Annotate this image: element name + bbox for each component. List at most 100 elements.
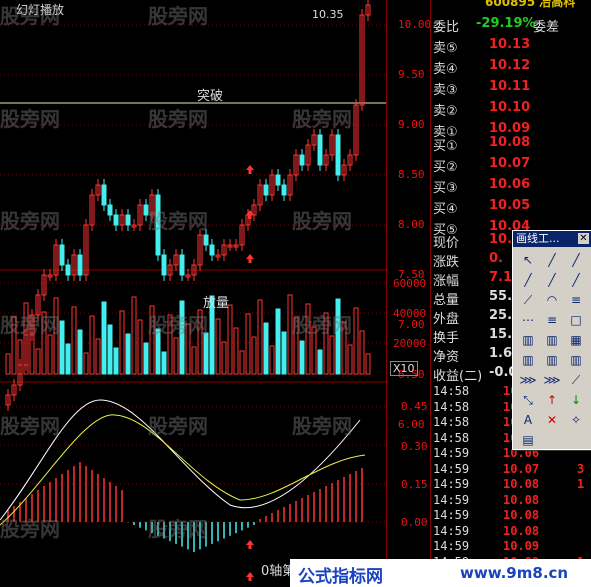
- bid-price: 10.08: [489, 135, 531, 150]
- stat-label: 收益(二): [433, 369, 483, 384]
- bid-row[interactable]: 买② 10.07: [431, 154, 591, 175]
- trade-row: 14:59 10.08: [431, 524, 591, 539]
- breakout-label: 突破: [197, 89, 224, 104]
- up-arrow-icon: [246, 254, 254, 263]
- hline-icon[interactable]: ≡: [567, 291, 585, 309]
- grid-icon[interactable]: ▦: [567, 331, 585, 349]
- watermark: 股旁网: [0, 107, 60, 131]
- volume-unit: X10: [390, 361, 418, 376]
- macd-tick-label: 0.15: [401, 478, 428, 491]
- toolbox-close-icon[interactable]: ✕: [578, 233, 589, 244]
- trade-row: 14:59 10.07 3: [431, 462, 591, 477]
- candle: [275, 174, 281, 186]
- channel-icon[interactable]: ⟋: [519, 291, 537, 309]
- ask-label: 卖③: [433, 83, 458, 98]
- bid-price: 10.05: [489, 198, 531, 213]
- wave-icon[interactable]: ▥: [543, 351, 561, 369]
- trade-row: 14:59 10.08: [431, 493, 591, 508]
- volume-bar: [353, 307, 359, 375]
- trade-row: 14:59 10.08: [431, 508, 591, 523]
- volume-bar: [83, 352, 89, 375]
- rect-icon[interactable]: □: [567, 311, 585, 329]
- star-icon[interactable]: ✧: [567, 411, 585, 429]
- trade-time: 14:59: [433, 477, 470, 491]
- ask-row[interactable]: 卖④ 10.12: [431, 56, 591, 77]
- volume-tick-label: 20000: [393, 337, 427, 350]
- volume-bar: [269, 345, 275, 375]
- ray-icon[interactable]: ╱: [567, 251, 585, 269]
- candle: [263, 184, 269, 196]
- segment-icon[interactable]: ╱: [519, 271, 537, 289]
- candle: [59, 244, 65, 266]
- gann-icon[interactable]: ▥: [519, 331, 537, 349]
- drawing-toolbox[interactable]: 画线工... ✕ ↖ ╱ ╱ ╱ ╱ ╱ ⟋ ◠ ≡ ⋯ ≡ □ ▥ ▥ ▦ ▥ ▥ ▥ ⋙ ⋙ ⟋ ⤡ ↑ ↓ A ✕ ✧ ▤: [512, 230, 591, 450]
- trade-time: 14:59: [433, 446, 470, 460]
- footer-brand: 公式指标网: [298, 567, 383, 587]
- arrow-line-icon[interactable]: ╱: [543, 271, 561, 289]
- trade-time: 14:59: [433, 523, 470, 538]
- parallel-icon[interactable]: ╱: [567, 271, 585, 289]
- ask-row[interactable]: 卖② 10.10: [431, 98, 591, 119]
- gann2-icon[interactable]: ▥: [543, 331, 561, 349]
- volume-bar: [359, 330, 365, 375]
- cycle-icon[interactable]: ▥: [519, 351, 537, 369]
- angle-icon[interactable]: ⟋: [567, 371, 585, 389]
- expand-icon[interactable]: ⤡: [519, 391, 537, 409]
- trade-price: 10.09: [503, 539, 540, 553]
- bid-row[interactable]: 买③ 10.06: [431, 175, 591, 196]
- stat-value: 1.6: [489, 346, 513, 361]
- ask-row[interactable]: 卖⑤ 10.13: [431, 35, 591, 56]
- time-label: 10.35: [312, 8, 344, 21]
- volume-bar: [227, 304, 233, 375]
- up-arrow-icon: [246, 210, 254, 219]
- price-tick-label: 9.00: [398, 118, 425, 131]
- macd-tick-label: 0.00: [401, 516, 428, 529]
- trade-time: 14:58: [433, 384, 470, 398]
- volume-bar: [143, 342, 149, 375]
- bid-label: 买③: [433, 181, 458, 196]
- volume-bar: [257, 299, 263, 375]
- line-icon[interactable]: ╱: [543, 251, 561, 269]
- fib-icon[interactable]: ≡: [543, 311, 561, 329]
- volume-bar: [329, 335, 335, 375]
- volume-bar: [65, 343, 71, 375]
- fan2-icon[interactable]: ⋙: [543, 371, 561, 389]
- fan-icon[interactable]: ⋙: [519, 371, 537, 389]
- arc-icon[interactable]: ◠: [543, 291, 561, 309]
- list-icon[interactable]: ▤: [519, 431, 537, 449]
- candle: [317, 134, 323, 166]
- down-arrow-icon[interactable]: ↓: [567, 391, 585, 409]
- volume-bar: [221, 341, 227, 375]
- price-tick-label: 8.00: [398, 218, 425, 231]
- volume-bar: [35, 348, 41, 375]
- volume-tick-label: 40000: [393, 307, 427, 320]
- bid-row[interactable]: 买④ 10.05: [431, 196, 591, 217]
- speed-icon[interactable]: ▥: [567, 351, 585, 369]
- candle: [335, 134, 341, 176]
- bid-row[interactable]: 买① 10.08: [431, 133, 591, 154]
- up-arrow-icon: [246, 165, 254, 174]
- kline-chart[interactable]: [0, 0, 390, 587]
- volume-bar: [281, 331, 287, 375]
- dots-icon[interactable]: ⋯: [519, 311, 537, 329]
- ask-row[interactable]: 卖③ 10.11: [431, 77, 591, 98]
- watermark: 股旁网: [148, 313, 208, 337]
- delete-icon[interactable]: ✕: [543, 411, 561, 429]
- chart-area[interactable]: [0, 0, 390, 587]
- macd-tick-label: 0.45: [401, 400, 428, 413]
- watermark: 股旁网: [292, 313, 352, 337]
- volume-bar: [77, 329, 83, 375]
- volume-bar: [365, 353, 371, 375]
- watermark: 股旁网: [0, 517, 60, 541]
- text-icon[interactable]: A: [519, 411, 537, 429]
- trade-volume: 3: [577, 461, 585, 476]
- volume-bar: [71, 306, 77, 375]
- volume-bar: [47, 334, 53, 375]
- ask-label: 卖⑤: [433, 41, 458, 56]
- watermark: 股旁网: [292, 414, 352, 438]
- trade-row: 14:59 10.08 1: [431, 477, 591, 492]
- up-arrow-icon[interactable]: ↑: [543, 391, 561, 409]
- pointer-icon[interactable]: ↖: [519, 251, 537, 269]
- price-tick-label: 6.00: [398, 418, 425, 431]
- trade-price: 10.08: [503, 508, 540, 522]
